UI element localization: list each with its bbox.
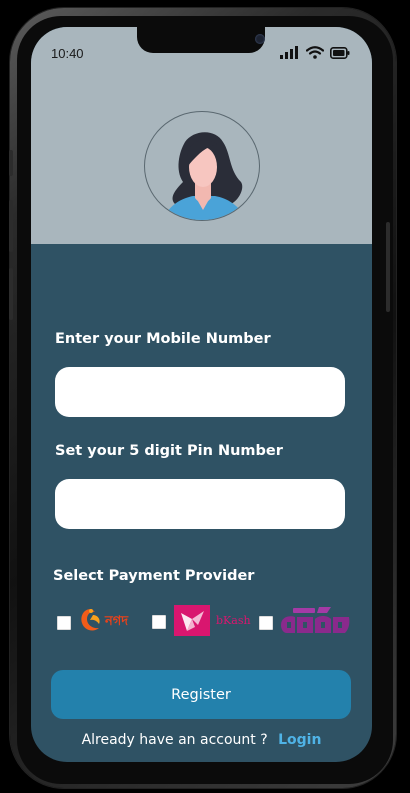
bkash-logo-text: bKash <box>216 614 251 627</box>
login-prompt: Already have an account ? Login <box>31 732 372 748</box>
login-link[interactable]: Login <box>278 732 321 748</box>
front-camera <box>255 34 265 44</box>
woman-avatar-icon <box>163 132 245 220</box>
status-time: 10:40 <box>51 46 84 61</box>
rocket-logo-icon <box>281 607 350 633</box>
wifi-icon <box>306 46 324 59</box>
battery-icon <box>330 46 350 59</box>
register-button[interactable]: Register <box>51 670 351 719</box>
rocket-checkbox[interactable] <box>259 616 273 630</box>
side-button-power <box>386 222 390 312</box>
pin-number-label: Set your 5 digit Pin Number <box>55 443 283 459</box>
nagad-checkbox[interactable] <box>57 616 71 630</box>
side-button-volume-down <box>9 268 13 320</box>
pin-number-input[interactable] <box>55 479 345 529</box>
phone-screen: 10:40 Enter your Mobile Number Set your … <box>31 27 372 762</box>
mobile-number-label: Enter your Mobile Number <box>55 331 271 347</box>
bkash-bird-icon <box>174 605 210 636</box>
avatar <box>144 111 260 221</box>
side-button-volume-up <box>9 200 13 252</box>
side-button-mute <box>9 150 13 176</box>
profile-header: 10:40 <box>31 27 372 244</box>
nagad-logo[interactable]: নগদ <box>79 605 143 635</box>
notch <box>137 27 265 53</box>
login-prompt-text: Already have an account ? <box>81 732 268 748</box>
rocket-logo[interactable] <box>279 605 351 637</box>
cellular-signal-icon <box>280 46 298 59</box>
payment-provider-label: Select Payment Provider <box>53 568 255 584</box>
bkash-logo[interactable]: bKash <box>174 605 254 637</box>
status-icons <box>280 46 350 59</box>
nagad-logo-icon <box>81 609 100 631</box>
bkash-checkbox[interactable] <box>152 615 166 629</box>
mobile-number-input[interactable] <box>55 367 345 417</box>
registration-form: Enter your Mobile Number Set your 5 digi… <box>31 244 372 762</box>
payment-provider-options: নগদ bKash <box>57 605 357 641</box>
nagad-logo-text: নগদ <box>105 614 129 629</box>
